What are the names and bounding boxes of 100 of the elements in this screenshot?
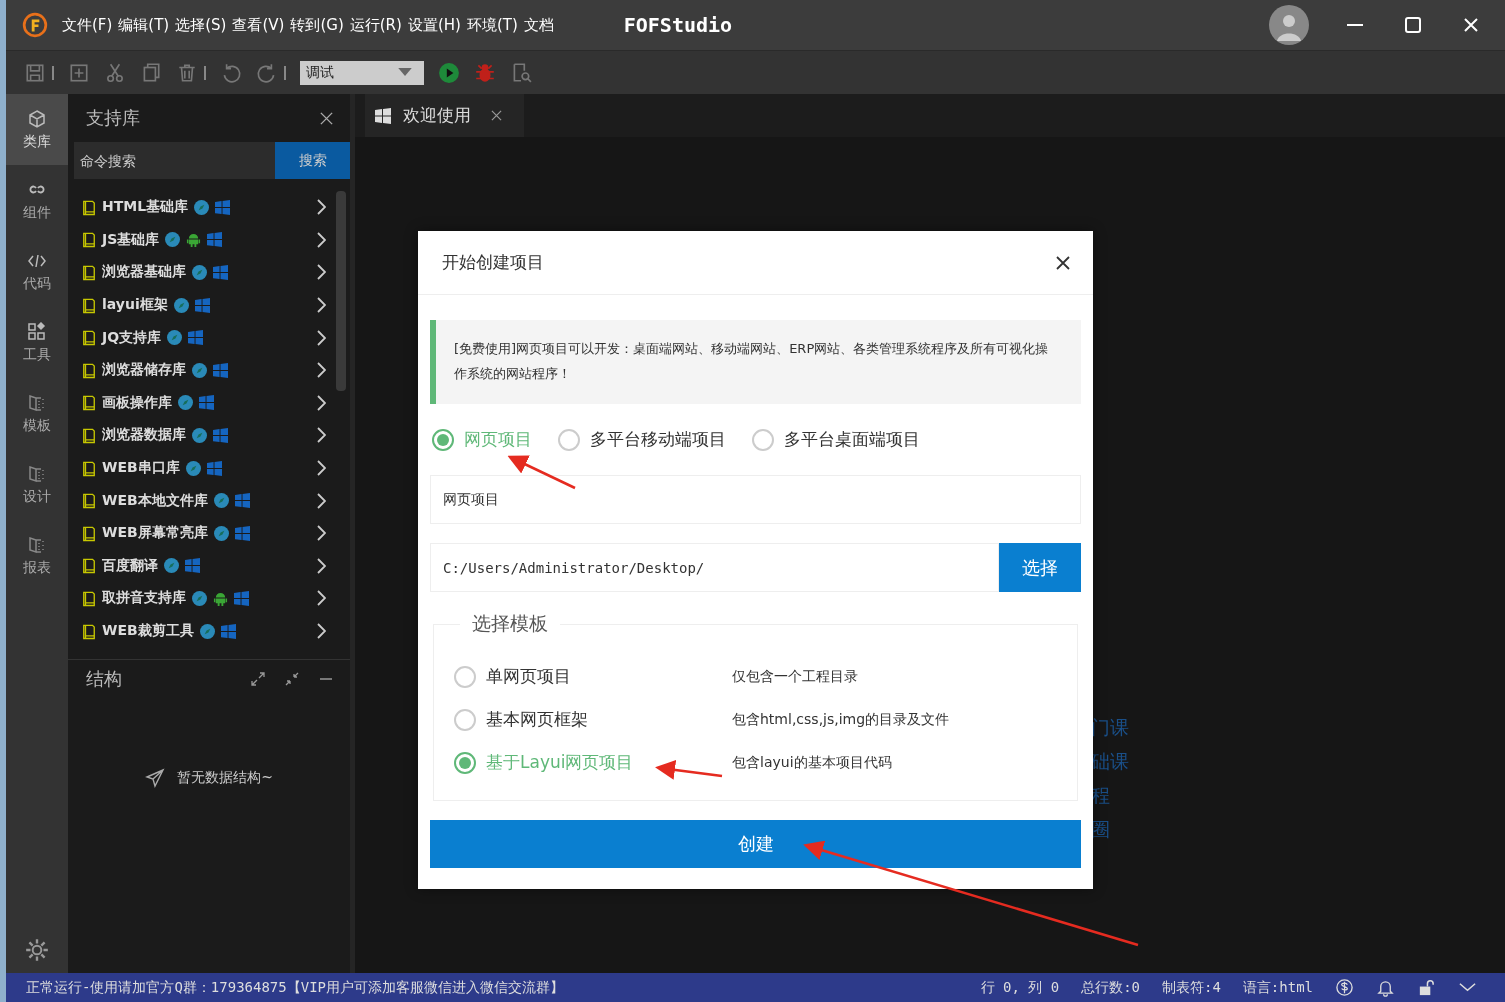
chevron-right-icon[interactable] bbox=[316, 460, 326, 477]
bell-icon[interactable] bbox=[1376, 978, 1395, 997]
chevron-right-icon[interactable] bbox=[316, 427, 326, 444]
library-item[interactable]: WEB本地文件库 bbox=[68, 484, 336, 517]
book-icon bbox=[82, 394, 96, 412]
browser-icon bbox=[194, 199, 210, 215]
library-item[interactable]: JQ支持库 bbox=[68, 321, 336, 354]
template-description: 包含html,css,js,img的目录及文件 bbox=[732, 710, 950, 729]
activity-item[interactable]: 代码 bbox=[6, 236, 68, 307]
delete-icon[interactable] bbox=[176, 61, 198, 84]
create-button[interactable]: 创建 bbox=[430, 820, 1081, 868]
chevron-right-icon[interactable] bbox=[316, 557, 326, 574]
chevron-right-icon[interactable] bbox=[316, 199, 326, 216]
menu-item[interactable]: 设置(H) bbox=[407, 15, 461, 35]
library-item[interactable]: HTML基础库 bbox=[68, 191, 336, 224]
template-description: 包含layui的基本项目代码 bbox=[732, 753, 892, 772]
choose-button[interactable]: 选择 bbox=[999, 543, 1081, 592]
status-item: 制表符:4 bbox=[1162, 978, 1221, 997]
book-icon bbox=[82, 329, 96, 347]
activity-item[interactable]: 工具 bbox=[6, 307, 68, 378]
menu-item[interactable]: 文档 bbox=[523, 15, 554, 35]
library-item[interactable]: WEB串口库 bbox=[68, 451, 336, 485]
library-item[interactable]: 浏览器储存库 bbox=[68, 353, 336, 387]
run-icon[interactable] bbox=[438, 61, 460, 84]
chevron-right-icon[interactable] bbox=[316, 329, 326, 346]
windows-icon bbox=[213, 427, 228, 443]
settings-icon[interactable] bbox=[24, 937, 50, 963]
radio-option[interactable]: 多平台移动端项目 bbox=[558, 428, 726, 451]
library-item[interactable]: JS基础库 bbox=[68, 223, 336, 257]
chevron-right-icon[interactable] bbox=[316, 525, 326, 542]
library-item[interactable]: layui框架 bbox=[68, 288, 336, 322]
library-item[interactable]: WEB屏幕常亮库 bbox=[68, 516, 336, 550]
menu-item[interactable]: 选择(S) bbox=[175, 15, 227, 35]
windows-icon bbox=[234, 525, 250, 541]
menu-item[interactable]: 查看(V) bbox=[232, 15, 285, 35]
avatar[interactable] bbox=[1269, 5, 1309, 45]
library-item[interactable]: 百度翻译 bbox=[68, 549, 336, 583]
windows-icon bbox=[234, 590, 249, 606]
status-item: 行 0, 列 0 bbox=[980, 978, 1060, 997]
document-icon bbox=[27, 534, 47, 555]
activity-item[interactable]: 类库 bbox=[6, 94, 68, 165]
book-icon bbox=[82, 622, 96, 640]
close-icon[interactable] bbox=[319, 110, 334, 126]
browser-icon bbox=[178, 395, 193, 411]
search-button[interactable]: 搜索 bbox=[275, 142, 350, 179]
windows-icon bbox=[207, 232, 223, 248]
book-icon bbox=[82, 361, 96, 379]
radio-option[interactable]: 基本网页框架 bbox=[454, 708, 732, 731]
expand-icon[interactable] bbox=[250, 671, 266, 687]
chevron-right-icon[interactable] bbox=[316, 590, 326, 607]
library-item[interactable]: 取拼音支持库 bbox=[68, 582, 336, 615]
menu-item[interactable]: 文件(F) bbox=[62, 15, 113, 35]
path-field[interactable]: C:/Users/Administrator/Desktop/ bbox=[430, 543, 999, 592]
radio-option[interactable]: 单网页项目 bbox=[454, 665, 732, 688]
status-message: 正常运行-使用请加官方Q群：179364875【VIP用户可添加客服微信进入微信交流群】 bbox=[26, 978, 564, 997]
book-icon bbox=[82, 231, 96, 249]
chevron-right-icon[interactable] bbox=[316, 264, 326, 281]
maximize-icon[interactable] bbox=[1403, 15, 1423, 35]
scrollbar-thumb[interactable] bbox=[336, 191, 346, 391]
menu-item[interactable]: 环境(T) bbox=[466, 15, 518, 35]
library-item[interactable]: WEB裁剪工具 bbox=[68, 614, 336, 648]
search-field[interactable]: 命令搜索 bbox=[74, 142, 275, 179]
library-item[interactable]: 浏览器数据库 bbox=[68, 419, 336, 452]
chevron-right-icon[interactable] bbox=[316, 623, 326, 639]
library-item[interactable]: 画板操作库 bbox=[68, 386, 336, 420]
lock-icon[interactable] bbox=[1417, 978, 1436, 997]
activity-item[interactable]: 报表 bbox=[6, 520, 68, 591]
save-icon[interactable] bbox=[24, 61, 46, 84]
chevron-right-icon[interactable] bbox=[316, 492, 326, 509]
windows-icon bbox=[194, 297, 210, 313]
collapse-icon[interactable] bbox=[284, 671, 300, 687]
dollar-icon[interactable] bbox=[1335, 978, 1354, 997]
mode-select[interactable]: 调试 bbox=[300, 60, 424, 85]
menu-item[interactable]: 转到(G) bbox=[290, 15, 344, 35]
name-field[interactable]: 网页项目 bbox=[430, 475, 1081, 524]
windows-icon bbox=[206, 460, 222, 476]
chevron-right-icon[interactable] bbox=[316, 394, 326, 411]
radio-option[interactable]: 多平台桌面端项目 bbox=[752, 428, 920, 451]
notice-text: [免费使用]网页项目可以开发：桌面端网站、移动端网站、ERP网站、各类管理系统程序及所有可视化操作系统的网站程序！ bbox=[454, 341, 1049, 381]
book-icon bbox=[82, 426, 96, 444]
activity-item[interactable]: 模板 bbox=[6, 378, 68, 449]
panel-title: 结构 bbox=[86, 667, 122, 691]
status-item: 总行数:0 bbox=[1081, 978, 1140, 997]
browser-icon bbox=[173, 297, 189, 313]
add-icon[interactable] bbox=[68, 61, 90, 84]
menu-item[interactable]: 运行(R) bbox=[349, 15, 402, 35]
book-icon bbox=[82, 459, 96, 477]
chevron-right-icon[interactable] bbox=[316, 231, 326, 248]
activity-item[interactable]: 组件 bbox=[6, 165, 68, 236]
empty-message: 暂无数据结构~ bbox=[177, 769, 273, 787]
android-icon bbox=[213, 590, 228, 606]
editor-tab[interactable]: 欢迎使用 bbox=[365, 94, 524, 137]
chevron-right-icon[interactable] bbox=[316, 297, 326, 314]
chevron-right-icon[interactable] bbox=[316, 362, 326, 379]
library-item[interactable]: 浏览器基础库 bbox=[68, 256, 336, 289]
close-icon[interactable] bbox=[1055, 254, 1071, 271]
menu-item[interactable]: 编辑(T) bbox=[118, 15, 170, 35]
cut-icon[interactable] bbox=[104, 61, 126, 84]
activity-item[interactable]: 设计 bbox=[6, 449, 68, 520]
close-icon[interactable] bbox=[491, 110, 502, 121]
